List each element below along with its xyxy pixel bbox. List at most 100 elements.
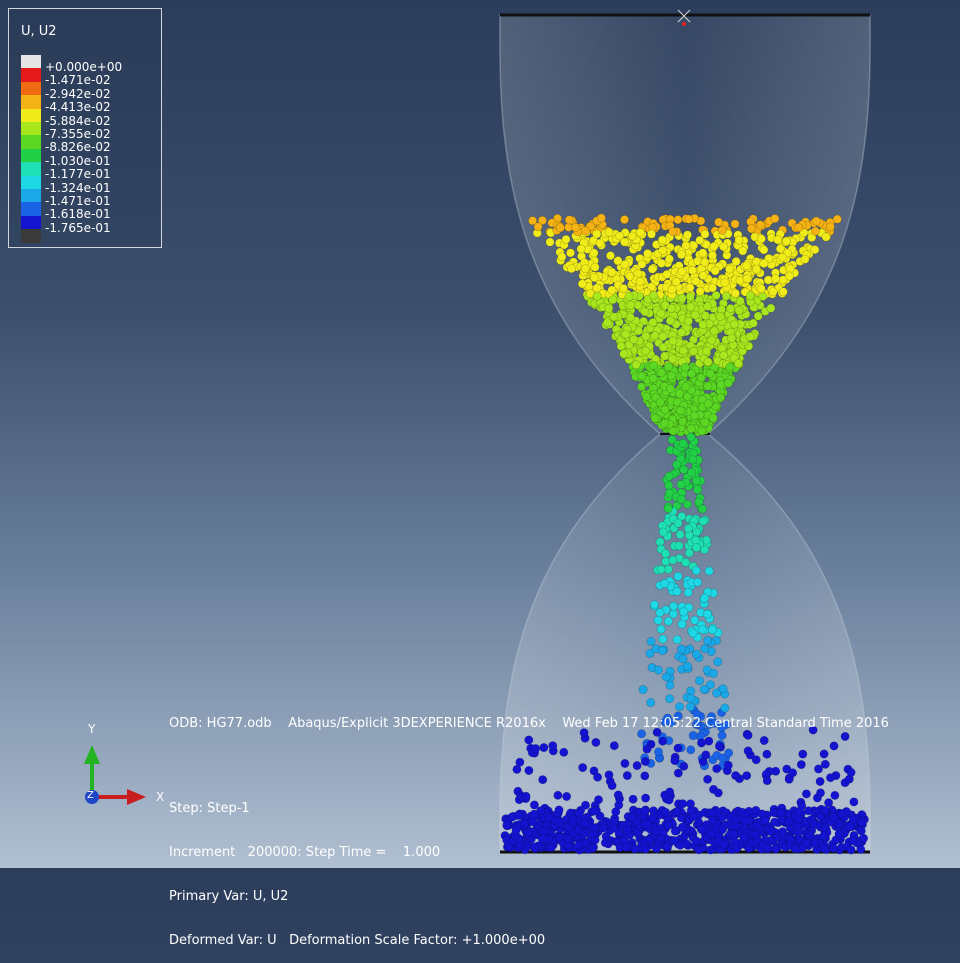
particle [604,770,614,780]
particle [712,764,722,774]
particle [564,215,574,225]
particle [539,743,549,753]
particle [744,843,754,853]
particle [596,213,606,223]
particle [685,283,695,293]
particle [735,296,745,306]
particle [734,305,744,315]
particle [681,557,691,567]
particle [678,346,688,356]
particle [607,781,617,791]
particle [694,676,704,686]
particle [622,825,632,835]
particle [681,382,691,392]
particle [720,277,730,287]
particle [665,384,675,394]
particle [577,279,587,289]
particle [679,465,689,475]
particle [846,845,856,855]
deformed-var-line: Deformed Var: U Deformation Scale Factor… [169,932,546,948]
particle [580,264,590,274]
particle [640,756,650,766]
particle [727,333,737,343]
particle [658,332,668,342]
particle [714,741,724,751]
particle [669,601,679,611]
particle [590,823,600,833]
particle [746,224,756,234]
particle [805,831,815,841]
particle [650,413,660,423]
particle [660,351,670,361]
particle [720,703,730,713]
particle [648,360,658,370]
particle [677,266,687,276]
particle [698,320,708,330]
legend-panel: U, U2 +0.000e+00 -1.471e-02 -2.942e-02 -4.4… [8,8,162,248]
particle [688,812,698,822]
particle [724,264,734,274]
particle [563,822,573,832]
particle [661,807,671,817]
particle [592,283,602,293]
particle [745,291,755,301]
particle [701,346,711,356]
particle [751,755,761,765]
particle [697,504,707,514]
particle [781,236,791,246]
particle [622,842,632,852]
legend-swatch [21,175,41,189]
particle [630,844,640,854]
particle [856,844,866,854]
particle [778,827,788,837]
particle [770,817,780,827]
particle [703,301,713,311]
particle [656,308,666,318]
particle [528,216,538,226]
legend-label: -1.471e-01 [45,194,111,208]
particle [605,251,615,261]
legend-label: -1.618e-01 [45,207,111,222]
particle [629,334,639,344]
particle [663,616,673,626]
particle [625,271,635,281]
particle [650,331,660,341]
y-axis-arrow [84,745,100,764]
particle [751,264,761,274]
particle [531,744,541,754]
particle [640,307,650,317]
particle [681,241,691,251]
particle [673,571,683,581]
particle [725,362,735,372]
particle [666,371,676,381]
particle [834,829,844,839]
particle [723,378,733,388]
particle [703,636,713,646]
particle [680,362,690,372]
particle [589,273,599,283]
particle [695,235,705,245]
particle [609,312,619,322]
particle [668,354,678,364]
particle [731,771,741,781]
particle [825,773,835,783]
particle [707,250,717,260]
particle [718,753,728,763]
step-line: Step: Step-1 [169,801,250,817]
particle [663,820,673,830]
particle [649,290,659,300]
particle [638,685,648,695]
particle [790,844,800,854]
particle [714,217,724,227]
particle [708,668,718,678]
particle [682,230,692,240]
particle [656,624,666,634]
z-axis-label: Z [87,790,94,801]
particle [593,772,603,782]
particle [613,790,623,800]
particle [561,234,571,244]
particle [695,286,705,296]
particle [678,654,688,664]
increment-line: Increment 200000: Step Time = 1.000 [169,844,441,860]
particle [682,661,692,671]
